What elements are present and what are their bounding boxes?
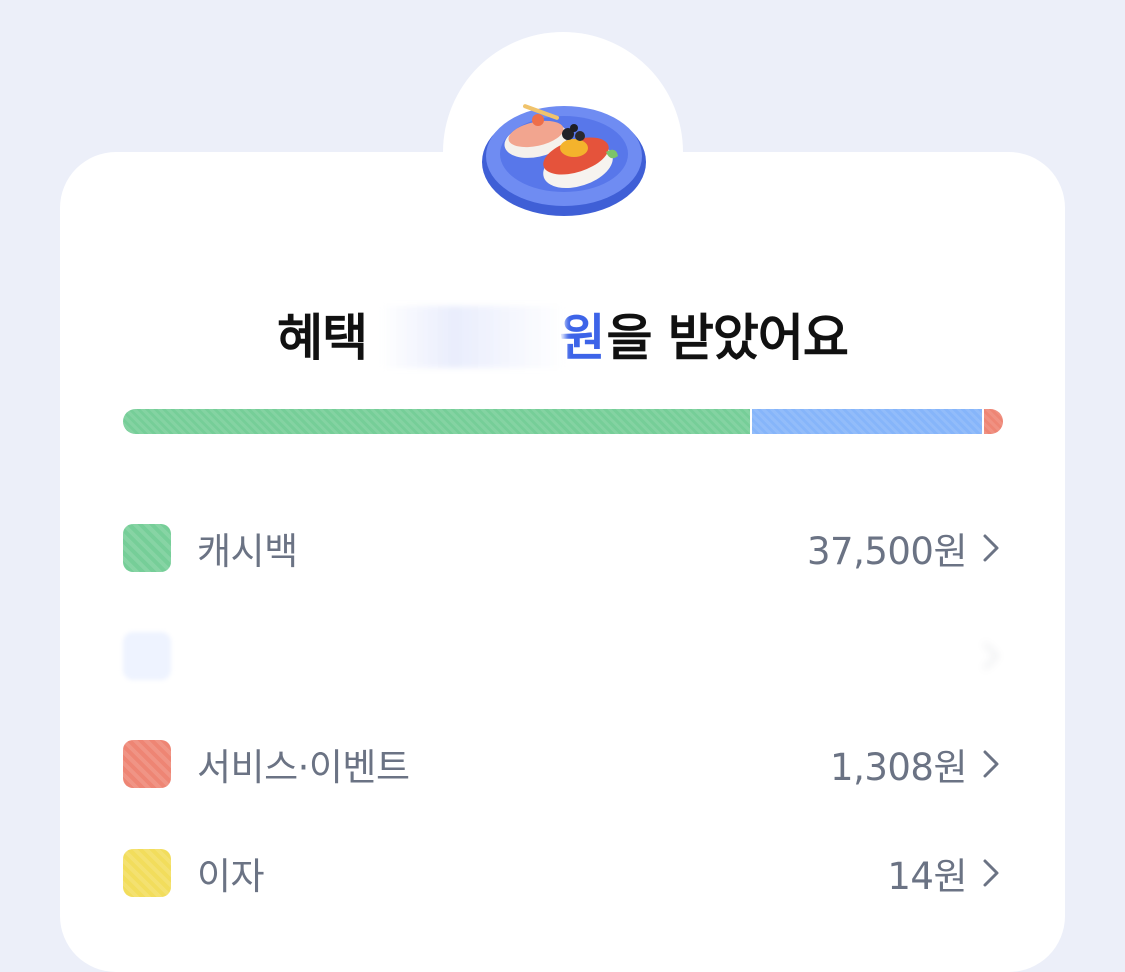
- interest-label: 이자: [197, 855, 265, 898]
- interest-value: 14원: [887, 855, 967, 898]
- cashback-value: 37,500원: [806, 530, 968, 573]
- benefit-total-amount: 원: [379, 304, 607, 372]
- benefit-row-cashback[interactable]: 캐시백 37,500원: [123, 518, 1003, 578]
- service-event-color-swatch: [123, 740, 171, 788]
- benefit-row-hidden[interactable]: [123, 626, 1003, 686]
- bar-segment-hidden: [749, 409, 983, 434]
- chevron-right-icon: [983, 859, 999, 887]
- interest-color-swatch: [123, 849, 171, 897]
- headline-prefix: 혜택: [277, 309, 384, 367]
- headline-suffix: 을 받았어요: [606, 309, 849, 367]
- cashback-color-swatch: [123, 524, 171, 572]
- chevron-right-icon: [983, 534, 999, 562]
- benefit-row-service-event[interactable]: 서비스·이벤트 1,308원: [123, 734, 1003, 794]
- benefit-row-interest[interactable]: 이자 14원: [123, 843, 1003, 903]
- benefit-total-headline: 혜택 원을 받았어요: [0, 304, 1125, 372]
- amount-privacy-mask: [379, 306, 565, 368]
- cashback-label: 캐시백: [197, 530, 298, 573]
- service-event-label: 서비스·이벤트: [197, 746, 410, 789]
- hidden-color-swatch: [123, 632, 171, 680]
- benefit-breakdown-bar: [123, 409, 1003, 434]
- chevron-right-icon: [983, 642, 999, 670]
- sushi-plate-icon: [482, 104, 646, 216]
- service-event-value: 1,308원: [830, 746, 967, 789]
- bar-segment-cashback: [123, 409, 750, 434]
- chevron-right-icon: [983, 750, 999, 778]
